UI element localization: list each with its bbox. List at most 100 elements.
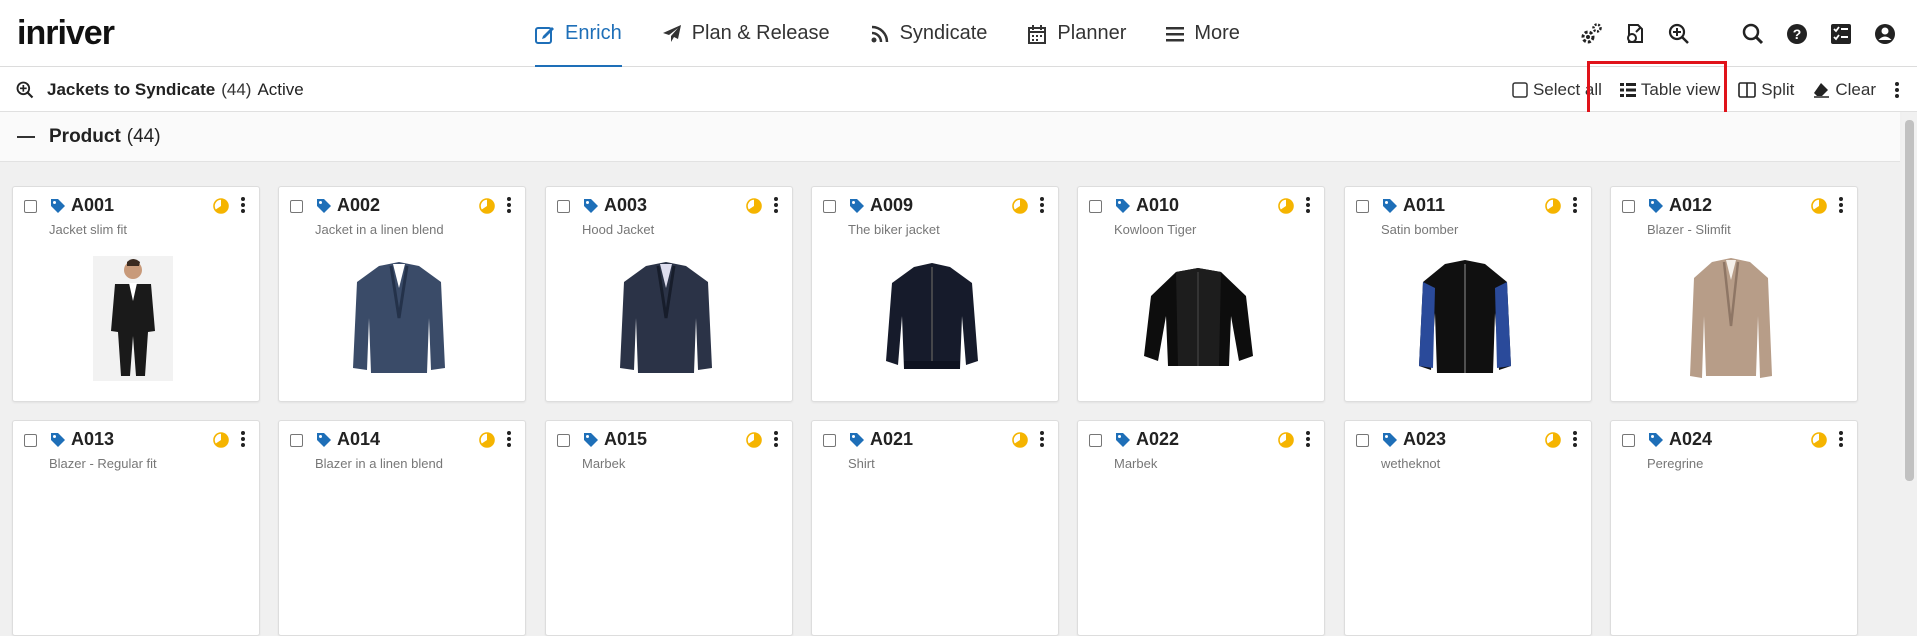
- clear-button[interactable]: Clear: [1812, 80, 1876, 100]
- product-card[interactable]: A010 Kowloon Tiger: [1077, 186, 1325, 402]
- card-code[interactable]: A011: [1403, 195, 1445, 216]
- completeness-icon[interactable]: [1811, 198, 1827, 214]
- card-menu-icon[interactable]: [773, 430, 779, 448]
- product-card[interactable]: A013 Blazer - Regular fit: [12, 420, 260, 636]
- completeness-icon[interactable]: [1811, 432, 1827, 448]
- product-image[interactable]: [1666, 253, 1796, 383]
- settings-gears-icon[interactable]: [1569, 22, 1613, 46]
- card-code[interactable]: A015: [604, 429, 647, 450]
- completeness-icon[interactable]: [1012, 198, 1028, 214]
- app-logo[interactable]: inriver: [17, 14, 115, 53]
- product-image[interactable]: [601, 253, 731, 383]
- card-menu-icon[interactable]: [1305, 430, 1311, 448]
- scrollbar-thumb[interactable]: [1905, 120, 1914, 481]
- vertical-scrollbar[interactable]: [1902, 112, 1917, 481]
- card-menu-icon[interactable]: [240, 196, 246, 214]
- product-image[interactable]: [334, 253, 464, 383]
- product-image[interactable]: [1133, 253, 1263, 383]
- nav-enrich[interactable]: Enrich: [535, 0, 622, 67]
- completeness-icon[interactable]: [213, 432, 229, 448]
- completeness-icon[interactable]: [746, 198, 762, 214]
- table-view-button[interactable]: Table view: [1619, 80, 1720, 100]
- card-menu-icon[interactable]: [506, 196, 512, 214]
- product-card[interactable]: A021 Shirt: [811, 420, 1059, 636]
- card-menu-icon[interactable]: [1838, 196, 1844, 214]
- card-checkbox[interactable]: [1089, 200, 1102, 213]
- nav-plan-release[interactable]: Plan & Release: [662, 0, 830, 67]
- tasks-icon[interactable]: [1819, 23, 1863, 45]
- more-options-icon[interactable]: [1894, 81, 1905, 99]
- product-card[interactable]: A023 wetheknot: [1344, 420, 1592, 636]
- card-menu-icon[interactable]: [1039, 196, 1045, 214]
- product-image[interactable]: [68, 253, 198, 383]
- card-checkbox[interactable]: [823, 200, 836, 213]
- product-card[interactable]: A015 Marbek: [545, 420, 793, 636]
- card-checkbox[interactable]: [290, 200, 303, 213]
- product-image[interactable]: [601, 487, 731, 617]
- collapse-icon[interactable]: [17, 135, 35, 138]
- card-menu-icon[interactable]: [1838, 430, 1844, 448]
- completeness-icon[interactable]: [1545, 198, 1561, 214]
- card-code[interactable]: A022: [1136, 429, 1179, 450]
- product-card[interactable]: A009 The biker jacket: [811, 186, 1059, 402]
- search-plus-icon[interactable]: [15, 80, 35, 100]
- product-card[interactable]: A022 Marbek: [1077, 420, 1325, 636]
- product-image[interactable]: [1400, 253, 1530, 383]
- card-checkbox[interactable]: [557, 200, 570, 213]
- completeness-icon[interactable]: [1545, 432, 1561, 448]
- card-code[interactable]: A003: [604, 195, 647, 216]
- card-code[interactable]: A010: [1136, 195, 1179, 216]
- card-checkbox[interactable]: [1356, 200, 1369, 213]
- group-header[interactable]: Product (44): [0, 112, 1900, 162]
- completeness-icon[interactable]: [479, 198, 495, 214]
- card-code[interactable]: A002: [337, 195, 380, 216]
- nav-more[interactable]: More: [1166, 0, 1240, 67]
- product-card[interactable]: A024 Peregrine: [1610, 420, 1858, 636]
- product-image[interactable]: [867, 487, 997, 617]
- card-code[interactable]: A024: [1669, 429, 1712, 450]
- card-checkbox[interactable]: [823, 434, 836, 447]
- card-checkbox[interactable]: [1089, 434, 1102, 447]
- product-card[interactable]: A001 Jacket slim fit: [12, 186, 260, 402]
- card-code[interactable]: A013: [71, 429, 114, 450]
- card-menu-icon[interactable]: [1039, 430, 1045, 448]
- completeness-icon[interactable]: [746, 432, 762, 448]
- completeness-icon[interactable]: [1012, 432, 1028, 448]
- card-code[interactable]: A023: [1403, 429, 1446, 450]
- product-card[interactable]: A014 Blazer in a linen blend: [278, 420, 526, 636]
- search-icon[interactable]: [1731, 22, 1775, 46]
- card-menu-icon[interactable]: [240, 430, 246, 448]
- product-image[interactable]: [1133, 487, 1263, 617]
- split-button[interactable]: Split: [1738, 80, 1794, 100]
- card-checkbox[interactable]: [24, 200, 37, 213]
- card-code[interactable]: A009: [870, 195, 913, 216]
- nav-planner[interactable]: Planner: [1027, 0, 1126, 67]
- product-image[interactable]: [867, 253, 997, 383]
- card-menu-icon[interactable]: [773, 196, 779, 214]
- completeness-icon[interactable]: [213, 198, 229, 214]
- product-image[interactable]: [1666, 487, 1796, 617]
- product-image[interactable]: [334, 487, 464, 617]
- card-checkbox[interactable]: [24, 434, 37, 447]
- help-icon[interactable]: ?: [1775, 23, 1819, 45]
- card-menu-icon[interactable]: [1572, 196, 1578, 214]
- select-all-button[interactable]: Select all: [1512, 80, 1602, 100]
- product-image[interactable]: [68, 487, 198, 617]
- card-checkbox[interactable]: [557, 434, 570, 447]
- card-code[interactable]: A001: [71, 195, 114, 216]
- card-menu-icon[interactable]: [1572, 430, 1578, 448]
- card-checkbox[interactable]: [1622, 200, 1635, 213]
- completeness-icon[interactable]: [1278, 198, 1294, 214]
- card-checkbox[interactable]: [1622, 434, 1635, 447]
- completeness-icon[interactable]: [479, 432, 495, 448]
- card-menu-icon[interactable]: [506, 430, 512, 448]
- product-card[interactable]: A003 Hood Jacket: [545, 186, 793, 402]
- card-menu-icon[interactable]: [1305, 196, 1311, 214]
- file-export-icon[interactable]: [1613, 22, 1657, 46]
- product-card[interactable]: A011 Satin bomber: [1344, 186, 1592, 402]
- nav-syndicate[interactable]: Syndicate: [870, 0, 987, 67]
- card-checkbox[interactable]: [290, 434, 303, 447]
- product-card[interactable]: A012 Blazer - Slimfit: [1610, 186, 1858, 402]
- product-card[interactable]: A002 Jacket in a linen blend: [278, 186, 526, 402]
- card-code[interactable]: A012: [1669, 195, 1712, 216]
